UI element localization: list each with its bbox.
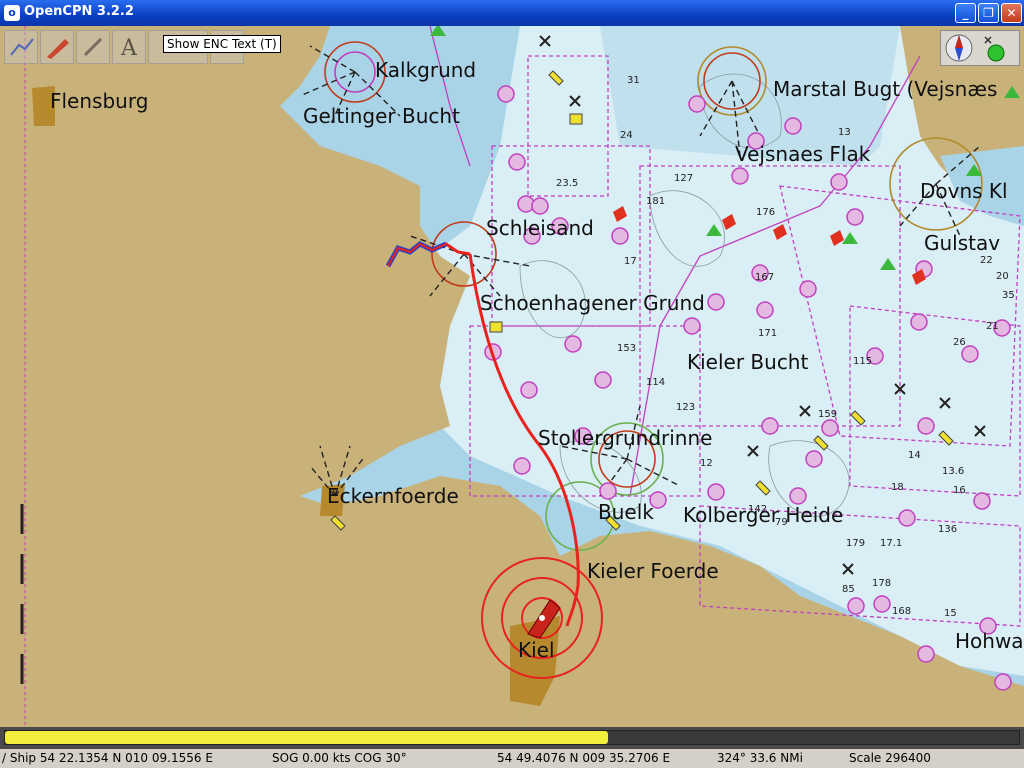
depth-sounding: 21 <box>986 321 999 332</box>
chart-bar-fill <box>5 731 609 744</box>
depth-sounding: 168 <box>892 606 912 617</box>
status-bearing-distance: 324° 33.6 NMi <box>717 751 803 765</box>
maximize-button[interactable]: ❐ <box>978 3 999 23</box>
depth-sounding: 85 <box>842 584 855 595</box>
depth-sounding: 171 <box>758 328 778 339</box>
ship-icon[interactable] <box>40 30 74 64</box>
nautical-chart-canvas[interactable]: Flensburg Geltinger Bucht Kalkgrund Mars… <box>0 26 1024 727</box>
chart-bar[interactable] <box>0 727 1024 749</box>
depth-sounding: 15 <box>944 608 957 619</box>
depth-sounding: 115 <box>853 356 873 367</box>
depth-sounding: 167 <box>755 272 775 283</box>
toolbar-tooltip: Show ENC Text (T) <box>163 35 281 53</box>
status-bar: / Ship 54 22.1354 N 010 09.1556 E SOG 0.… <box>0 749 1024 768</box>
depth-sounding: 18 <box>891 482 904 493</box>
title-bar: o OpenCPN 3.2.2 _ ❐ ✕ <box>0 0 1024 26</box>
depth-sounding: 26 <box>953 337 966 348</box>
text-icon[interactable]: A <box>112 30 146 64</box>
depth-sounding: 114 <box>646 377 666 388</box>
depth-sounding: 13 <box>838 127 851 138</box>
depth-sounding: 123 <box>676 402 696 413</box>
depth-sounding: 181 <box>646 196 666 207</box>
depth-soundings: 31 24 13 23.5 127 181 176 17 167 171 153… <box>0 26 1024 727</box>
depth-sounding: 12 <box>700 458 713 469</box>
depth-sounding: 79 <box>775 517 788 528</box>
opencpn-app-icon: o <box>4 5 20 21</box>
svg-text:A: A <box>120 36 138 61</box>
depth-sounding: 17.1 <box>880 538 903 549</box>
close-button[interactable]: ✕ <box>1001 3 1022 23</box>
compass-icon <box>945 34 1005 62</box>
depth-sounding: 17 <box>624 256 637 267</box>
depth-sounding: 22 <box>980 255 993 266</box>
depth-sounding: 178 <box>872 578 892 589</box>
depth-sounding: 16 <box>953 485 966 496</box>
depth-sounding: 23.5 <box>556 178 579 189</box>
compass-panel[interactable] <box>940 30 1020 66</box>
status-scale: Scale 296400 <box>849 751 931 765</box>
depth-sounding: 153 <box>617 343 637 354</box>
status-cursor-position: 54 49.4076 N 009 35.2706 E <box>497 751 671 765</box>
depth-sounding: 176 <box>756 207 776 218</box>
depth-sounding: 127 <box>674 173 694 184</box>
depth-sounding: 159 <box>818 409 838 420</box>
depth-sounding: 24 <box>620 130 633 141</box>
status-sog-cog: SOG 0.00 kts COG 30° <box>272 751 407 765</box>
minimize-button[interactable]: _ <box>955 3 976 23</box>
chart-bar-track[interactable] <box>4 730 1020 745</box>
measure-icon[interactable] <box>76 30 110 64</box>
depth-sounding: 35 <box>1002 290 1015 301</box>
depth-sounding: 14 <box>908 450 921 461</box>
status-ship-position: / Ship 54 22.1354 N 010 09.1556 E <box>2 751 213 765</box>
route-icon[interactable] <box>4 30 38 64</box>
depth-sounding: 31 <box>627 75 640 86</box>
gps-status-icon <box>987 44 1005 62</box>
window-title: OpenCPN 3.2.2 <box>24 4 134 19</box>
depth-sounding: 20 <box>996 271 1009 282</box>
depth-sounding: 179 <box>846 538 866 549</box>
depth-sounding: 13.6 <box>942 466 965 477</box>
depth-sounding: 136 <box>938 524 958 535</box>
depth-sounding: 142 <box>748 504 768 515</box>
